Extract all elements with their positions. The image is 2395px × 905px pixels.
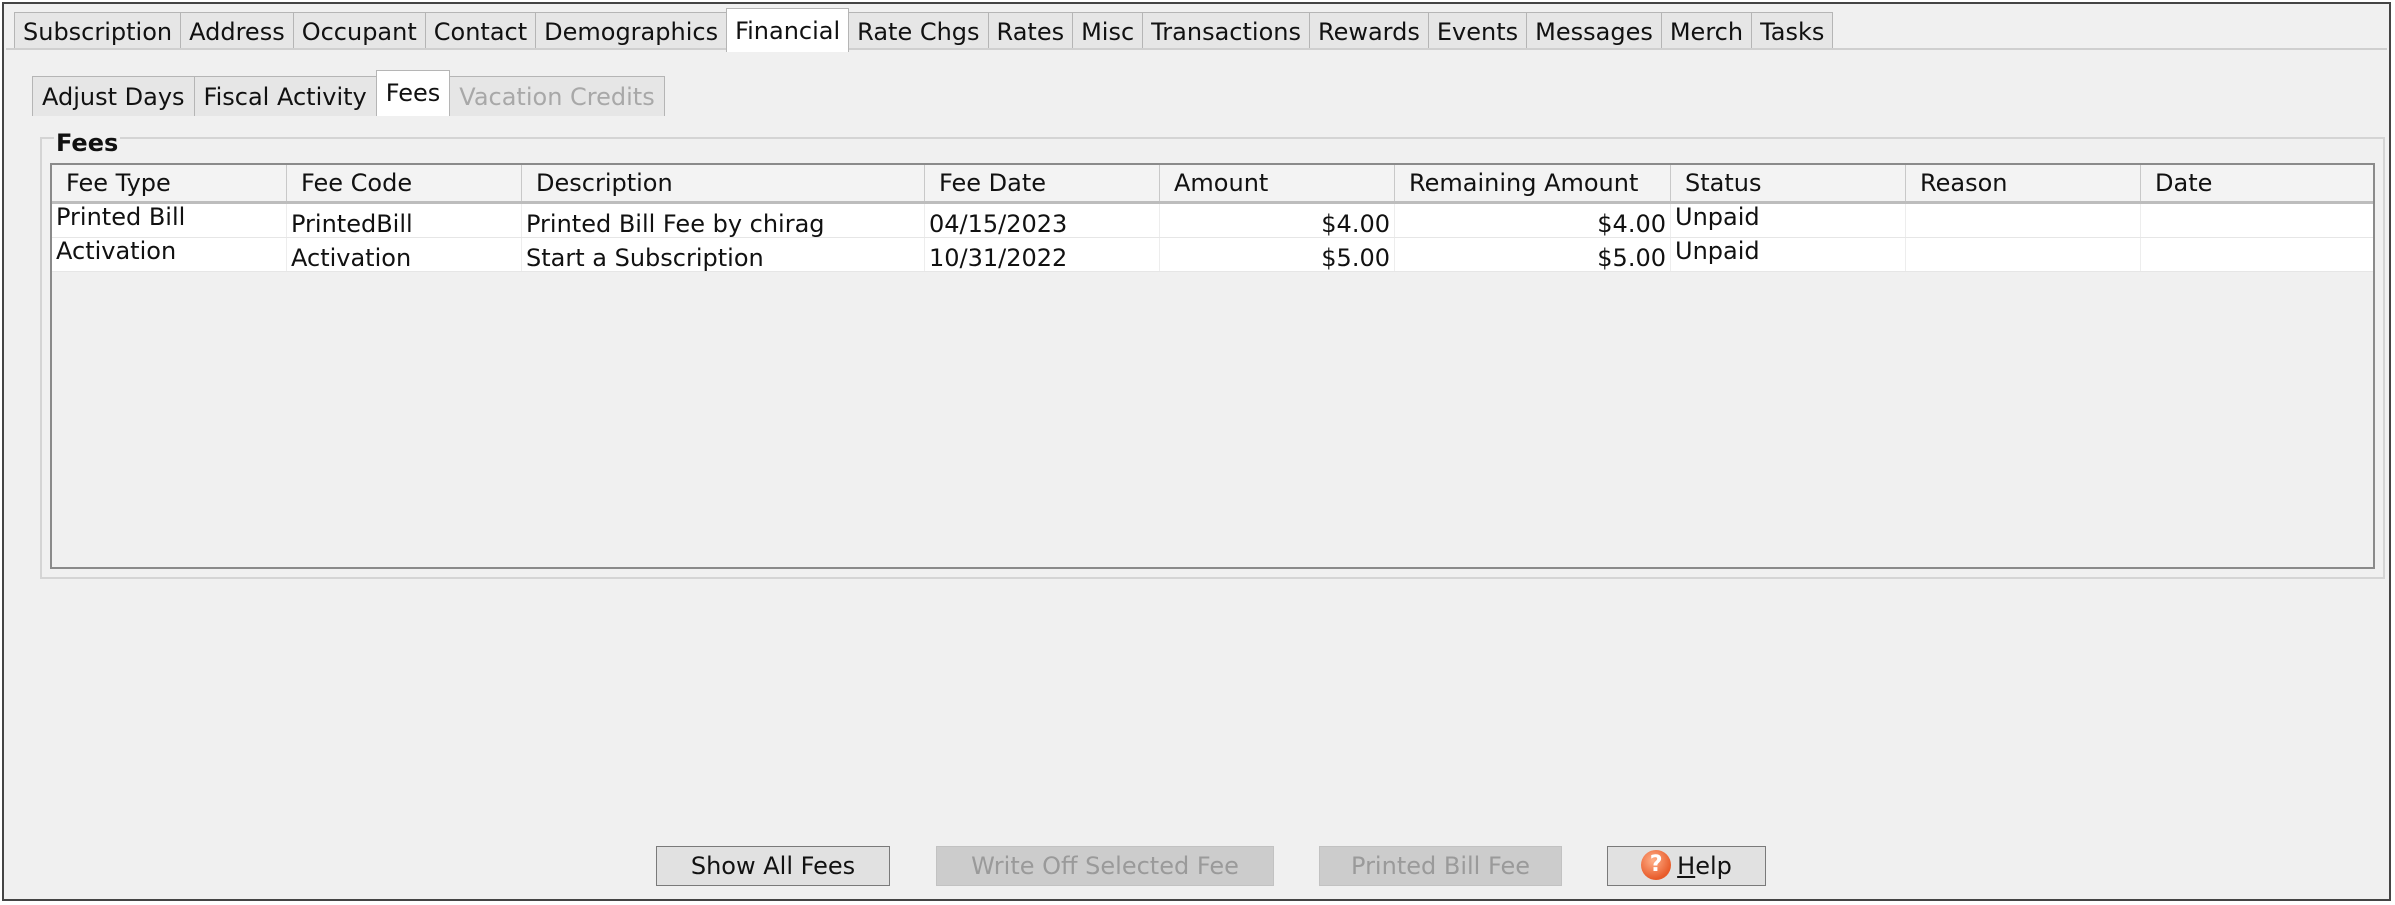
cell-remaining-amount: $5.00 xyxy=(1395,238,1671,271)
table-row[interactable]: Activation Activation Start a Subscripti… xyxy=(52,238,2373,272)
cell-date xyxy=(2141,204,2373,237)
column-header-amount[interactable]: Amount xyxy=(1160,165,1395,201)
tab-events[interactable]: Events xyxy=(1427,12,1528,50)
column-header-remaining-amount[interactable]: Remaining Amount xyxy=(1395,165,1671,201)
column-header-fee-date[interactable]: Fee Date xyxy=(925,165,1160,201)
table-row[interactable]: Printed Bill PrintedBill Printed Bill Fe… xyxy=(52,204,2373,238)
main-tab-strip: Subscription Address Occupant Contact De… xyxy=(14,8,1834,52)
subtab-fees[interactable]: Fees xyxy=(375,70,451,116)
tab-financial[interactable]: Financial xyxy=(726,8,850,52)
tab-rewards[interactable]: Rewards xyxy=(1308,12,1429,50)
cell-fee-date: 10/31/2022 xyxy=(925,238,1160,271)
help-button-label: Help xyxy=(1677,852,1732,880)
help-button[interactable]: ? Help xyxy=(1607,846,1766,886)
cell-reason xyxy=(1906,238,2141,271)
cell-fee-code: PrintedBill xyxy=(287,204,522,237)
help-label-rest: elp xyxy=(1695,852,1732,880)
subtab-vacation-credits: Vacation Credits xyxy=(449,76,665,116)
tab-messages[interactable]: Messages xyxy=(1526,12,1662,50)
tab-transactions[interactable]: Transactions xyxy=(1142,12,1310,50)
help-mnemonic: H xyxy=(1677,852,1696,880)
column-header-description[interactable]: Description xyxy=(522,165,925,201)
tab-tasks[interactable]: Tasks xyxy=(1751,12,1834,50)
cell-status: Unpaid xyxy=(1671,204,1906,237)
main-tab-divider xyxy=(6,48,2387,50)
fees-window: Subscription Address Occupant Contact De… xyxy=(2,2,2391,901)
cell-reason xyxy=(1906,204,2141,237)
column-header-fee-type[interactable]: Fee Type xyxy=(52,165,287,201)
cell-status: Unpaid xyxy=(1671,238,1906,271)
subtab-adjust-days[interactable]: Adjust Days xyxy=(32,76,195,116)
cell-fee-date: 04/15/2023 xyxy=(925,204,1160,237)
cell-description: Start a Subscription xyxy=(522,238,925,271)
cell-amount: $4.00 xyxy=(1160,204,1395,237)
tab-merch[interactable]: Merch xyxy=(1660,12,1753,50)
tab-demographics[interactable]: Demographics xyxy=(535,12,728,50)
cell-description: Printed Bill Fee by chirag xyxy=(522,204,925,237)
sub-tab-strip: Adjust Days Fiscal Activity Fees Vacatio… xyxy=(32,70,665,116)
tab-occupant[interactable]: Occupant xyxy=(292,12,426,50)
cell-date xyxy=(2141,238,2373,271)
tab-subscription[interactable]: Subscription xyxy=(14,12,182,50)
tab-rates[interactable]: Rates xyxy=(987,12,1074,50)
column-header-reason[interactable]: Reason xyxy=(1906,165,2141,201)
write-off-selected-fee-button: Write Off Selected Fee xyxy=(936,846,1274,886)
fees-table[interactable]: Fee Type Fee Code Description Fee Date A… xyxy=(50,163,2375,569)
column-header-fee-code[interactable]: Fee Code xyxy=(287,165,522,201)
tab-rate-chgs[interactable]: Rate Chgs xyxy=(848,12,989,50)
subtab-fiscal-activity[interactable]: Fiscal Activity xyxy=(193,76,377,116)
cell-fee-type: Printed Bill xyxy=(52,204,287,237)
fees-table-header: Fee Type Fee Code Description Fee Date A… xyxy=(52,165,2373,204)
cell-remaining-amount: $4.00 xyxy=(1395,204,1671,237)
tab-contact[interactable]: Contact xyxy=(424,12,537,50)
tab-address[interactable]: Address xyxy=(180,12,294,50)
cell-amount: $5.00 xyxy=(1160,238,1395,271)
fees-group: Fees Fee Type Fee Code Description Fee D… xyxy=(40,129,2385,579)
cell-fee-type: Activation xyxy=(52,238,287,271)
show-all-fees-button[interactable]: Show All Fees xyxy=(656,846,890,886)
tab-misc[interactable]: Misc xyxy=(1072,12,1144,50)
cell-fee-code: Activation xyxy=(287,238,522,271)
help-icon: ? xyxy=(1641,850,1672,880)
column-header-date[interactable]: Date xyxy=(2141,165,2373,201)
fees-group-title: Fees xyxy=(54,129,121,157)
printed-bill-fee-button: Printed Bill Fee xyxy=(1319,846,1562,886)
column-header-status[interactable]: Status xyxy=(1671,165,1906,201)
